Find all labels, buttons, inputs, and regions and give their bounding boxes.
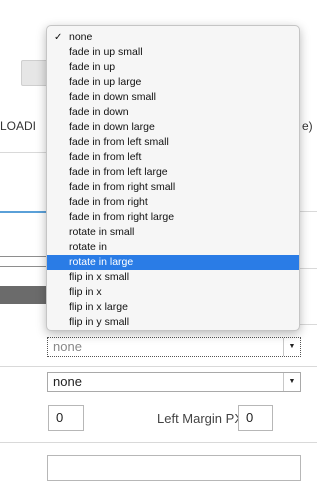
dropdown-option[interactable]: ✓ none <box>47 30 299 45</box>
divider <box>0 366 317 367</box>
dropdown-option[interactable]: rotate in <box>47 240 299 255</box>
chevron-down-icon[interactable]: ▼ <box>283 338 300 356</box>
dropdown-option[interactable]: fade in from right small <box>47 180 299 195</box>
dropdown-option-label: fade in up small <box>69 46 143 58</box>
background-progress-bar <box>0 286 46 304</box>
dropdown-option-label: rotate in large <box>69 256 134 268</box>
checkmark-icon: ✓ <box>54 32 63 43</box>
cut-off-label-right: e) <box>302 119 313 133</box>
dropdown-option[interactable]: flip in x large <box>47 300 299 315</box>
dropdown-option[interactable]: flip in x <box>47 285 299 300</box>
dropdown-option-label: fade in down <box>69 106 129 118</box>
dropdown-option-label: flip in x large <box>69 301 128 313</box>
dropdown-option[interactable]: fade in from left small <box>47 135 299 150</box>
left-margin-input[interactable]: 0 <box>238 405 273 431</box>
divider <box>0 152 46 153</box>
dropdown-option-label: fade in from right small <box>69 181 176 193</box>
active-tab-underline <box>0 211 46 213</box>
dropdown-option[interactable]: fade in down <box>47 105 299 120</box>
cut-off-label-left: LOADI <box>0 119 37 133</box>
dropdown-option[interactable]: fade in down small <box>47 90 299 105</box>
divider <box>0 442 317 443</box>
dropdown-option[interactable]: flip in y small <box>47 315 299 330</box>
dropdown-option-label: flip in x <box>69 286 102 298</box>
second-animation-select[interactable]: none ▼ <box>47 372 301 392</box>
dropdown-option-label: fade in from right large <box>69 211 175 223</box>
top-margin-input[interactable]: 0 <box>48 405 84 431</box>
dropdown-option-label: fade in down small <box>69 91 156 103</box>
dropdown-option[interactable]: rotate in large <box>47 255 299 270</box>
dropdown-option-label: fade in from left <box>69 151 142 163</box>
dropdown-option-label: fade in from right <box>69 196 148 208</box>
dropdown-option[interactable]: fade in up small <box>47 45 299 60</box>
animation-dropdown-list: ✓ none fade in up small fade in up fade in u… <box>46 25 300 331</box>
dropdown-option-label: flip in y small <box>69 316 130 328</box>
left-margin-label: Left Margin PX <box>157 411 243 426</box>
dropdown-option[interactable]: fade in from left large <box>47 165 299 180</box>
dropdown-option[interactable]: flip in x small <box>47 270 299 285</box>
second-select-value: none <box>53 374 82 389</box>
dropdown-option[interactable]: fade in up <box>47 60 299 75</box>
dropdown-option-label: rotate in <box>69 241 107 253</box>
chevron-down-icon[interactable]: ▼ <box>283 373 300 391</box>
dropdown-option[interactable]: rotate in small <box>47 225 299 240</box>
divider <box>300 324 317 325</box>
dropdown-option-label: fade in from left large <box>69 166 168 178</box>
divider <box>300 211 317 212</box>
dropdown-option-label: fade in down large <box>69 121 155 133</box>
dropdown-option[interactable]: fade in down large <box>47 120 299 135</box>
animation-select[interactable]: none ▼ <box>47 337 301 357</box>
text-area[interactable] <box>47 455 301 481</box>
dropdown-option[interactable]: fade in up large <box>47 75 299 90</box>
animation-select-value: none <box>53 339 82 354</box>
background-input-field[interactable] <box>0 256 47 267</box>
dropdown-option-label: flip in x small <box>69 271 130 283</box>
dropdown-option-label: fade in from left small <box>69 136 169 148</box>
dropdown-option-label: fade in up <box>69 61 116 73</box>
dropdown-option[interactable]: fade in from right <box>47 195 299 210</box>
dropdown-option-label: rotate in small <box>69 226 135 238</box>
dropdown-option[interactable]: fade in from left <box>47 150 299 165</box>
dropdown-option[interactable]: fade in from right large <box>47 210 299 225</box>
dropdown-option-label: fade in up large <box>69 76 142 88</box>
divider <box>300 268 317 269</box>
dropdown-option-label: none <box>69 31 93 43</box>
